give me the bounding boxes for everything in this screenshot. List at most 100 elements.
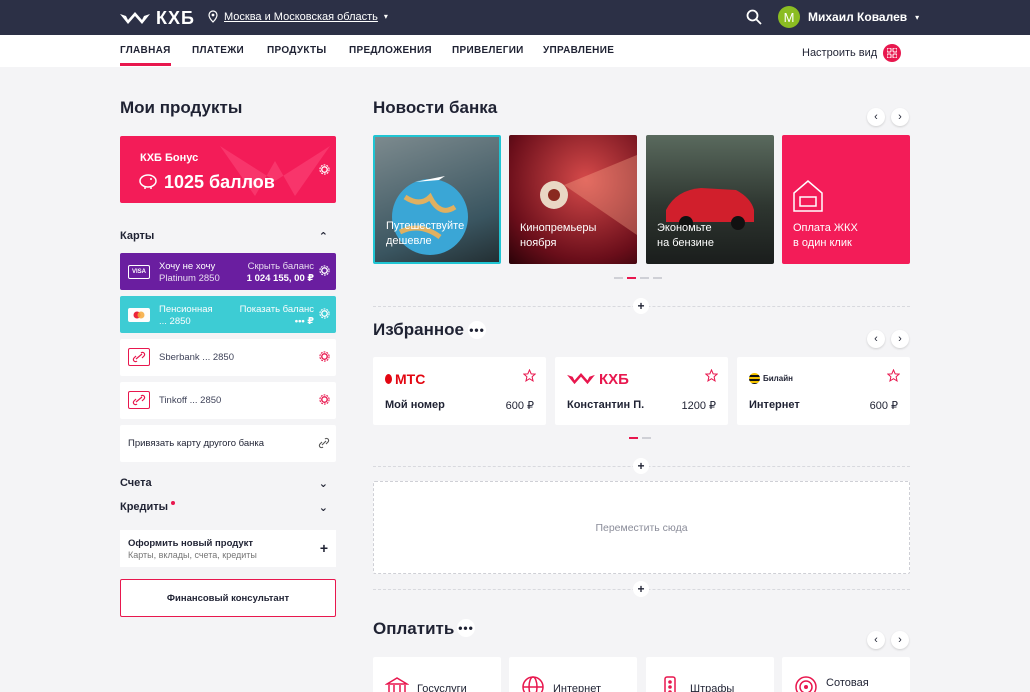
nav-offers[interactable]: ПРЕДЛОЖЕНИЯ [349,45,432,56]
link-icon [128,348,150,366]
star-icon[interactable] [887,369,900,382]
card-tinkoff[interactable]: Tinkoff ... 2850 [120,382,336,419]
chevron-down-icon: ▾ [383,12,388,21]
financial-consultant-button[interactable]: Финансовый консультант [120,579,336,617]
gear-icon[interactable] [319,265,330,276]
credits-section-header[interactable]: Кредиты ⌄ [120,501,336,514]
favorites-prev-button[interactable]: ‹ [867,330,885,348]
avatar: М [778,6,800,28]
pay-fines[interactable]: Штрафы [646,657,774,692]
news-next-button[interactable]: › [891,108,909,126]
more-icon[interactable]: ••• [457,619,475,637]
chevron-left-icon: ‹ [874,634,878,646]
pagination-dot-active[interactable] [627,277,636,279]
piggy-bank-icon [139,174,157,189]
link-icon [318,437,330,449]
news-title: Новости банка [373,98,498,117]
nav-privileges[interactable]: ПРИВЕЛЕГИИ [452,45,524,56]
card-balance: 1 024 155, 00 ₽ [246,273,314,284]
customize-view-button[interactable]: Настроить вид [802,44,902,62]
nav-products[interactable]: ПРОДУКТЫ [267,45,327,56]
add-widget-button[interactable]: + [633,581,649,597]
more-icon[interactable]: ••• [468,321,486,339]
products-title: Мои продукты [120,98,243,117]
search-icon[interactable] [746,9,762,25]
favorite-beeline[interactable]: Билайн Интернет 600 ₽ [737,357,910,425]
chevron-left-icon: ‹ [874,111,878,123]
card-name: Tinkoff ... 2850 [159,395,222,406]
news-card-utilities[interactable]: Оплата ЖКХ в один клик [782,135,910,264]
card-name: Sberbank ... 2850 [159,352,234,363]
chevron-right-icon: › [898,333,902,345]
bonus-card[interactable]: КХБ Бонус 1025 баллов [120,136,336,203]
pay-internet[interactable]: Интернет [509,657,637,692]
pay-label: Сотовая [826,677,869,689]
favorites-title: Избранное [373,320,464,339]
add-widget-button[interactable]: + [633,298,649,314]
news-pagination [614,277,662,279]
chevron-up-icon: ⌃ [318,231,328,243]
hide-balance-link[interactable]: Скрыть баланс [248,261,314,272]
bonus-title: КХБ Бонус [140,152,199,164]
gear-icon[interactable] [319,164,330,175]
brand-text: КХБ [599,371,629,388]
pay-label: Штрафы [690,683,735,692]
signal-icon [795,676,817,692]
brand-text: Билайн [763,374,793,383]
new-product-button[interactable]: Оформить новый продукт Карты, вклады, сч… [120,530,336,567]
pagination-dot[interactable] [614,277,623,279]
news-card-travel[interactable]: Путешествуйте дешевле [373,135,501,264]
news-prev-button[interactable]: ‹ [867,108,885,126]
favorites-pagination [629,437,651,439]
card-name: Хочу не хочу [159,261,216,272]
pay-next-button[interactable]: › [891,631,909,649]
drop-zone[interactable]: Переместить сюда [373,481,910,574]
favorites-next-button[interactable]: › [891,330,909,348]
grid-icon [883,44,902,62]
card-platinum[interactable]: VISA Хочу не хочу Platinum 2850 Скрыть б… [120,253,336,290]
add-widget-button[interactable]: + [633,458,649,474]
user-menu[interactable]: М Михаил Ковалев ▾ [778,6,919,28]
location-selector[interactable]: Москва и Московская область ▾ [208,10,388,23]
gear-icon[interactable] [319,351,330,362]
traffic-light-icon [664,676,676,692]
news-caption-1: Кинопремьеры [520,222,597,234]
news-card-fuel[interactable]: Экономьте на бензине [646,135,774,264]
link-other-card-button[interactable]: Привязать карту другого банка [120,425,336,462]
pagination-dot[interactable] [653,277,662,279]
globe-icon [522,676,544,692]
pay-mobile[interactable]: Сотовая [782,657,910,692]
news-caption-1: Экономьте [657,222,712,234]
nav-main[interactable]: ГЛАВНАЯ [120,45,171,66]
show-balance-link[interactable]: Показать баланс [240,304,314,315]
cards-section-header[interactable]: Карты ⌃ [120,230,336,243]
star-icon[interactable] [523,369,536,382]
pay-prev-button[interactable]: ‹ [867,631,885,649]
favorite-khb[interactable]: КХБ Константин П. 1200 ₽ [555,357,728,425]
pagination-dot[interactable] [640,277,649,279]
pay-gosuslugi[interactable]: Госуслуги [373,657,501,692]
brand-name: КХБ [156,8,195,28]
favorite-amount: 600 ₽ [505,400,534,412]
user-name: Михаил Ковалев [808,10,908,24]
notification-dot [171,501,176,505]
pagination-dot[interactable] [642,437,651,439]
gear-icon[interactable] [319,308,330,319]
nav-management[interactable]: УПРАВЛЕНИЕ [543,45,614,56]
card-pension[interactable]: Пенсионная ... 2850 Показать баланс ••• … [120,296,336,333]
card-sub: Platinum 2850 [159,273,220,284]
chevron-down-icon: ⌄ [318,478,328,490]
gear-icon[interactable] [319,394,330,405]
favorite-label: Мой номер [385,399,445,411]
beeline-logo: Билайн [749,373,793,384]
accounts-section-header[interactable]: Счета ⌄ [120,477,336,490]
brand-logo[interactable]: КХБ [120,8,195,29]
pagination-dot-active[interactable] [629,437,638,439]
star-icon[interactable] [705,369,718,382]
favorite-mts[interactable]: МТС Мой номер 600 ₽ [373,357,546,425]
card-name: Пенсионная [159,304,213,315]
nav-payments[interactable]: ПЛАТЕЖИ [192,45,244,56]
news-caption-2: дешевле [386,235,432,247]
news-card-cinema[interactable]: Кинопремьеры ноября [509,135,637,264]
card-sberbank[interactable]: Sberbank ... 2850 [120,339,336,376]
